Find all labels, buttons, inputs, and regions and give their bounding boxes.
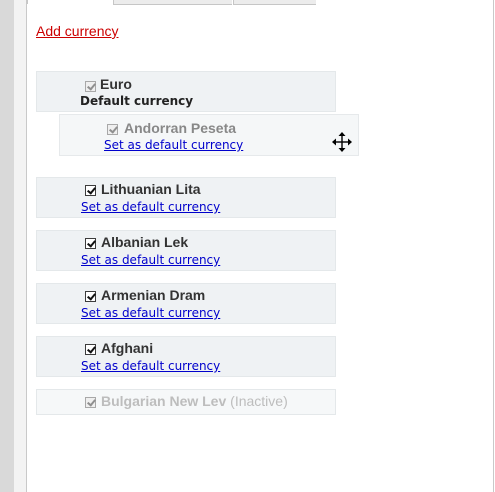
- set-default-link[interactable]: Set as default currency: [81, 200, 220, 214]
- currency-name-text: Bulgarian New Lev: [101, 393, 227, 409]
- add-currency-link[interactable]: Add currency: [36, 23, 118, 39]
- currency-row-bulgarian-new-lev: Bulgarian New Lev (Inactive): [36, 389, 336, 415]
- currency-name: Albanian Lek: [101, 234, 189, 250]
- tab-3[interactable]: [233, 0, 316, 5]
- currency-checkbox[interactable]: [107, 124, 118, 135]
- inactive-status: (Inactive): [230, 393, 288, 409]
- set-default-link[interactable]: Set as default currency: [81, 306, 220, 320]
- set-default-link[interactable]: Set as default currency: [104, 138, 243, 152]
- currency-name: Armenian Dram: [101, 287, 206, 303]
- currency-checkbox[interactable]: [85, 291, 96, 302]
- tab-2[interactable]: [113, 0, 232, 5]
- currency-row-andorran-peseta[interactable]: Andorran Peseta Set as default currency: [59, 114, 359, 156]
- currency-name: Afghani: [101, 340, 154, 356]
- currency-row-albanian-lek: Albanian Lek Set as default currency: [36, 230, 336, 271]
- currency-name: Bulgarian New Lev (Inactive): [101, 393, 288, 409]
- outer-frame-gutter: [14, 0, 27, 492]
- currency-checkbox[interactable]: [85, 344, 96, 355]
- currency-row-armenian-dram: Armenian Dram Set as default currency: [36, 283, 336, 324]
- currency-checkbox[interactable]: [85, 81, 96, 92]
- set-default-link[interactable]: Set as default currency: [81, 253, 220, 267]
- currency-name: Euro: [100, 76, 132, 92]
- currency-name: Andorran Peseta: [124, 120, 237, 136]
- currency-row-afghani: Afghani Set as default currency: [36, 336, 336, 377]
- currency-row-lithuanian-lita: Lithuanian Lita Set as default currency: [36, 177, 336, 218]
- currency-checkbox[interactable]: [85, 185, 96, 196]
- currency-checkbox[interactable]: [85, 397, 96, 408]
- currency-checkbox[interactable]: [85, 238, 96, 249]
- currency-name: Lithuanian Lita: [101, 181, 201, 197]
- set-default-link[interactable]: Set as default currency: [81, 359, 220, 373]
- tab-active[interactable]: [27, 0, 112, 4]
- outer-frame-left: [0, 0, 14, 492]
- default-currency-label: Default currency: [80, 94, 194, 108]
- currency-row-euro: Euro Default currency: [36, 71, 336, 112]
- move-cursor-icon: [332, 132, 352, 152]
